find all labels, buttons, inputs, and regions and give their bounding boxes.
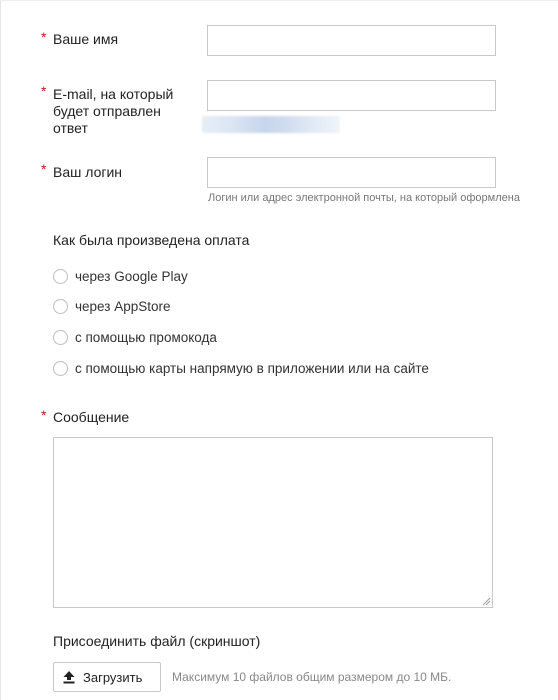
message-required-mark: * xyxy=(41,407,47,423)
name-required-mark: * xyxy=(41,29,47,45)
radio-button[interactable] xyxy=(53,268,68,284)
payment-option-appstore[interactable]: через AppStore xyxy=(53,297,171,315)
payment-option-label: с помощью промокода xyxy=(75,329,217,345)
name-label: Ваше имя xyxy=(53,31,119,47)
payment-option-promocode[interactable]: с помощью промокода xyxy=(53,328,217,346)
email-label-line-1: E-mail, на который xyxy=(53,86,174,102)
email-input[interactable] xyxy=(207,80,496,111)
message-textarea[interactable] xyxy=(53,437,493,608)
resize-grip-icon[interactable] xyxy=(481,596,491,606)
upload-limit-note: Максимум 10 файлов общим размером до 10 … xyxy=(172,670,452,684)
upload-label: Загрузить xyxy=(83,669,143,685)
login-required-mark: * xyxy=(41,161,47,177)
upload-button[interactable]: Загрузить xyxy=(53,662,161,692)
name-input[interactable] xyxy=(207,25,496,56)
attachment-title: Присоединить файл (скриншот) xyxy=(53,633,261,649)
blurred-redaction xyxy=(202,116,340,133)
radio-button[interactable] xyxy=(53,298,68,314)
payment-option-card[interactable]: с помощью карты напрямую в приложении ил… xyxy=(53,359,429,377)
payment-option-google-play[interactable]: через Google Play xyxy=(53,267,188,285)
payment-option-label: с помощью карты напрямую в приложении ил… xyxy=(75,360,429,376)
email-label-line-2: будет отправлен xyxy=(53,103,161,119)
payment-option-label: через Google Play xyxy=(75,268,188,284)
message-label: Сообщение xyxy=(53,409,130,425)
radio-button[interactable] xyxy=(53,329,68,345)
radio-button[interactable] xyxy=(53,360,68,376)
email-label-line-3: ответ xyxy=(53,120,88,136)
login-label: Ваш логин xyxy=(53,164,123,180)
login-hint: Логин или адрес электронной почты, на ко… xyxy=(208,192,520,204)
upload-arrow-icon xyxy=(63,671,75,684)
payment-option-label: через AppStore xyxy=(75,298,171,314)
payment-title: Как была произведена оплата xyxy=(53,232,250,248)
login-input[interactable] xyxy=(207,157,496,188)
email-required-mark: * xyxy=(41,83,47,99)
